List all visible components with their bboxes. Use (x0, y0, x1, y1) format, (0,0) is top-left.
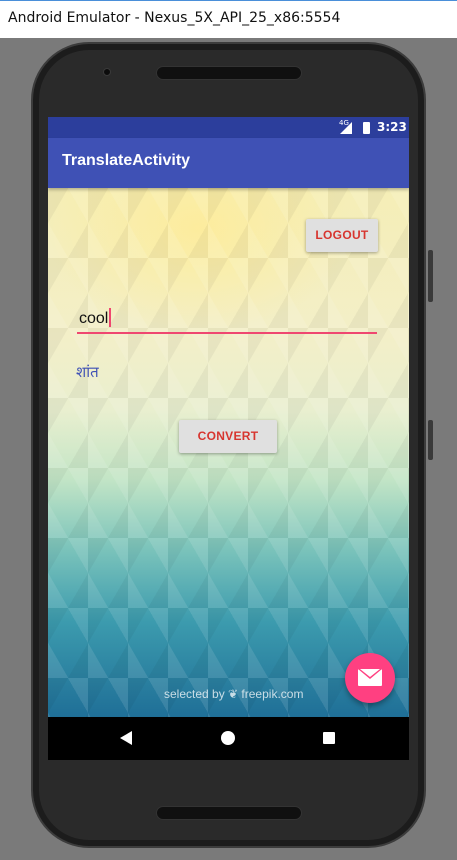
app-bar: TranslateActivity (48, 138, 409, 188)
home-icon[interactable] (221, 731, 235, 745)
status-time: 3:23 (377, 120, 407, 134)
volume-button[interactable] (428, 420, 433, 460)
word-input-value: cool (79, 308, 112, 328)
device-screen: 4G 3:23 TranslateActivity LOGOUT cool शा… (48, 117, 409, 760)
top-speaker (156, 66, 302, 80)
logout-button[interactable]: LOGOUT (306, 219, 378, 252)
power-button[interactable] (428, 250, 433, 302)
email-icon (358, 669, 382, 686)
emulator-title-bar: Android Emulator - Nexus_5X_API_25_x86:5… (0, 0, 457, 38)
text-caret (109, 308, 112, 327)
convert-button[interactable]: CONVERT (179, 420, 277, 453)
battery-icon (363, 122, 370, 134)
back-icon[interactable] (120, 731, 132, 745)
translation-result: शांत (76, 363, 99, 381)
status-bar: 4G 3:23 (48, 117, 409, 138)
window-title: Android Emulator - Nexus_5X_API_25_x86:5… (8, 10, 341, 26)
recents-icon[interactable] (323, 732, 335, 744)
freepik-credit: selected by ❦ freepik.com (164, 687, 304, 701)
navigation-bar (48, 717, 409, 760)
signal-icon (340, 122, 352, 134)
content-area: LOGOUT cool शांत CONVERT selected by ❦ f… (48, 188, 409, 717)
word-input[interactable]: cool (77, 304, 377, 334)
activity-title: TranslateActivity (62, 152, 191, 169)
bottom-speaker (156, 806, 302, 820)
email-fab-button[interactable] (345, 653, 395, 703)
camera-icon (103, 68, 111, 76)
